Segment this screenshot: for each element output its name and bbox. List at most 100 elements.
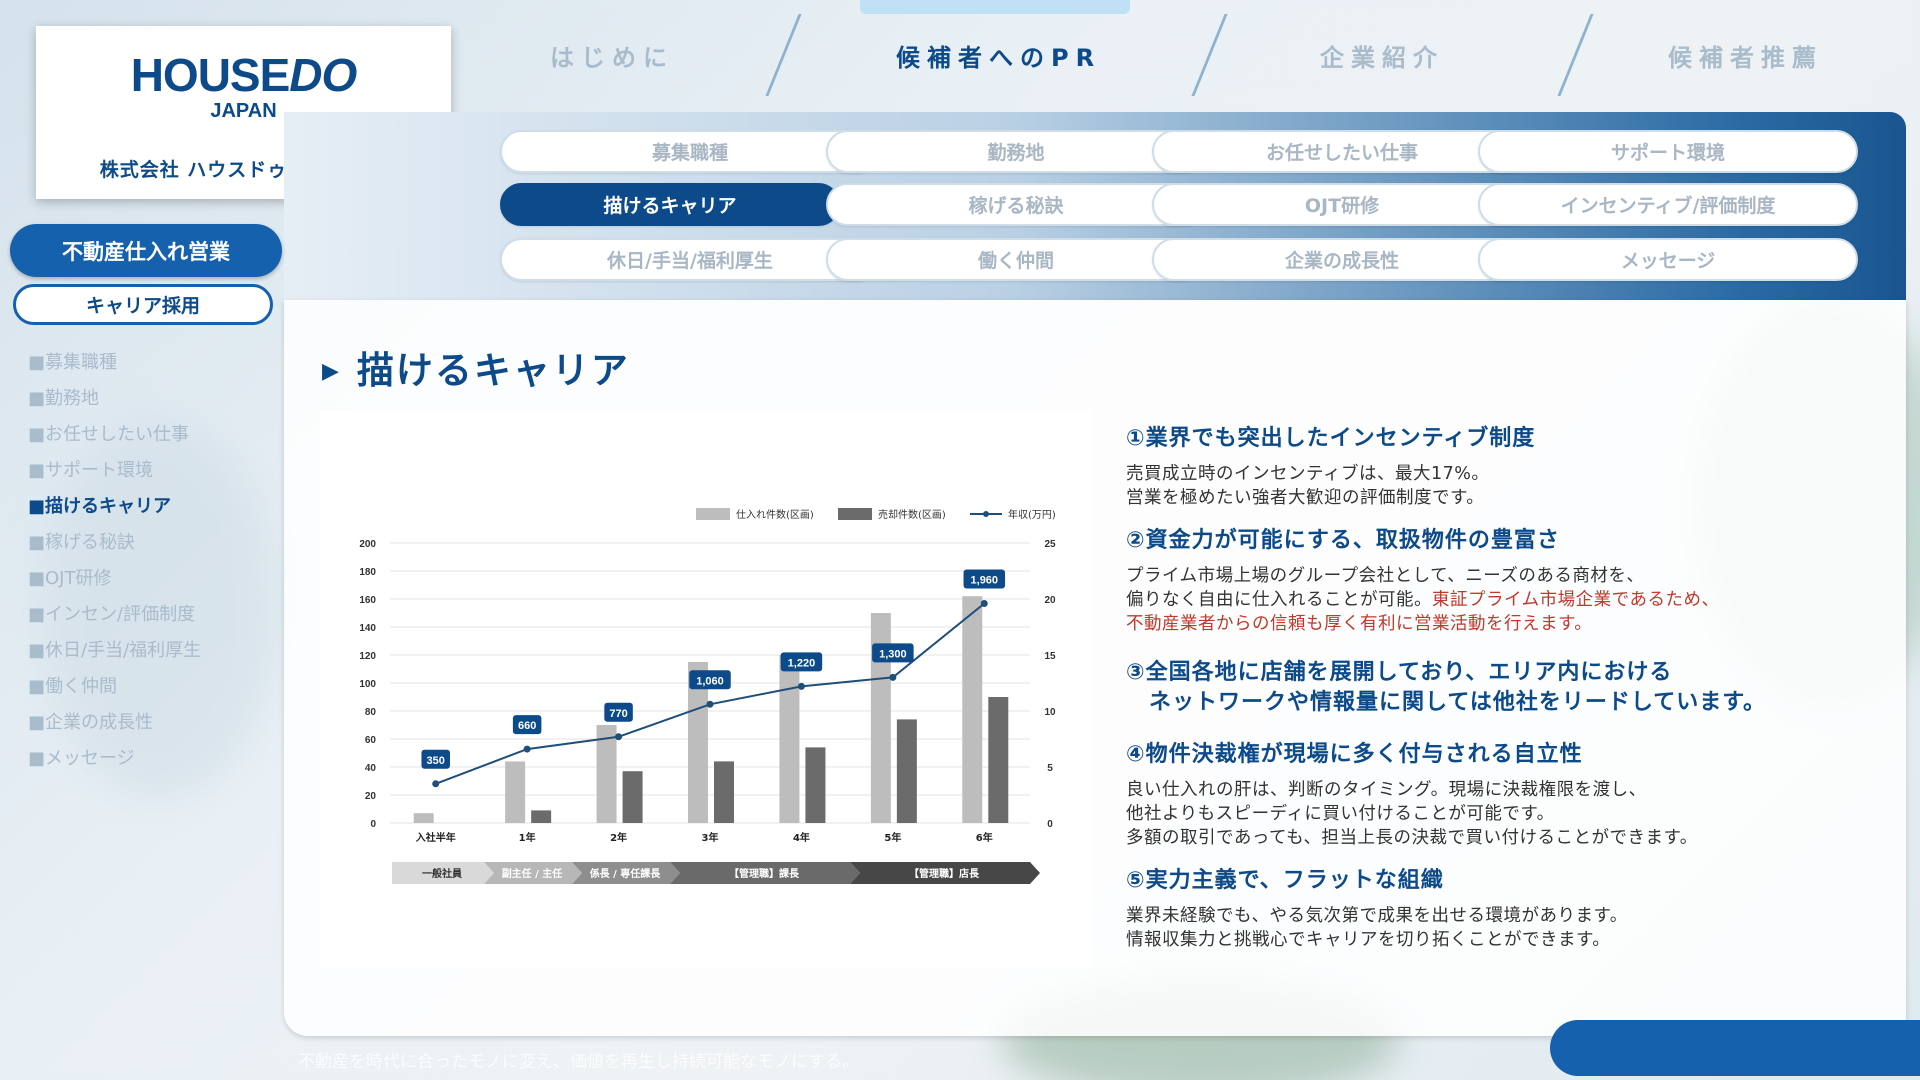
point-4: ④物件決裁権が現場に多く付与される自立性 良い仕入れの肝は、判断のタイミング。現… — [1126, 740, 1886, 850]
y-tick-label: 60 — [365, 735, 377, 746]
y2-tick-label: 5 — [1047, 763, 1053, 774]
y2-tick-label: 0 — [1047, 819, 1053, 830]
y-tick-label: 200 — [359, 539, 376, 550]
point-heading: ⑤実力主義で、フラットな組織 — [1126, 868, 1444, 893]
x-tick-label: 3年 — [702, 831, 719, 844]
career-stage-label: 【管理職】店長 — [909, 867, 980, 880]
salary-point — [980, 599, 988, 607]
subtab-incentive[interactable]: インセンティブ/評価制度 — [1478, 183, 1858, 226]
subtab-holidays-benefits[interactable]: 休日/手当/福利厚生 — [500, 238, 880, 281]
active-tab-indicator — [860, 0, 1130, 14]
tab-separator — [1191, 14, 1228, 96]
bar-sale — [714, 761, 734, 823]
point-line: 多額の取引であっても、担当上長の決裁で買い付けることができます。 — [1126, 828, 1698, 848]
x-tick-label: 6年 — [976, 831, 993, 844]
career-recruitment-button[interactable]: キャリア採用 — [13, 284, 273, 325]
salary-data-label: 1,960 — [971, 574, 999, 586]
salary-point — [432, 780, 440, 788]
y-tick-label: 140 — [359, 623, 376, 634]
y-tick-label: 100 — [359, 679, 376, 690]
bar-sale — [988, 697, 1009, 823]
logo-wordmark: HOUSEDO — [130, 49, 358, 101]
point-heading-cont: ネットワークや情報量に関しては他社をリードしています。 — [1126, 690, 1767, 715]
side-nav-item[interactable]: ■勤務地 — [28, 386, 201, 422]
x-tick-label: 1年 — [519, 831, 536, 844]
side-nav-item[interactable]: ■OJT研修 — [28, 566, 201, 602]
tab-separator — [765, 14, 802, 96]
career-chart: 0 20 40 60 80 100 120 140 160 180 200 0 5 10 15 20 25 仕入れ… — [320, 410, 1092, 967]
point-2: ②資金力が可能にする、取扱物件の豊富さ プライム市場上場のグループ会社として、ニ… — [1126, 526, 1886, 636]
legend-label: 売却件数(区画) — [878, 508, 946, 521]
bar-sale — [622, 771, 643, 823]
side-nav-item[interactable]: ■募集職種 — [28, 350, 201, 386]
salary-point — [706, 700, 714, 708]
y-tick-label: 40 — [365, 763, 377, 774]
point-heading: ②資金力が可能にする、取扱物件の豊富さ — [1126, 528, 1560, 553]
bar-purchase — [505, 761, 526, 823]
point-line: 情報収集力と挑戦心でキャリアを切り拓くことができます。 — [1126, 930, 1611, 950]
subtab-colleagues[interactable]: 働く仲間 — [826, 238, 1206, 281]
point-heading: ①業界でも突出したインセンティブ制度 — [1126, 426, 1536, 451]
bar-sale — [805, 747, 826, 823]
side-nav-item[interactable]: ■稼げる秘訣 — [28, 530, 201, 566]
point-text: プライム市場上場のグループ会社として、ニーズのある商材を、 偏りなく自由に仕入れ… — [1126, 564, 1886, 636]
tab-recommend-candidate[interactable]: 候補者推薦 — [1668, 38, 1823, 73]
career-chart-svg: 0 20 40 60 80 100 120 140 160 180 200 0 5 10 15 20 25 仕入れ… — [359, 508, 1056, 884]
legend-swatch — [696, 508, 730, 520]
career-points: ①業界でも突出したインセンティブ制度 売買成立時のインセンティブは、最大17%。… — [1126, 424, 1886, 968]
subtab-job-duties[interactable]: お任せしたい仕事 — [1152, 130, 1532, 173]
side-nav-item-active[interactable]: ■描けるキャリア — [28, 494, 201, 530]
subtab-support[interactable]: サポート環境 — [1478, 130, 1858, 173]
subtab-growth[interactable]: 企業の成長性 — [1152, 238, 1532, 281]
point-line: 良い仕入れの肝は、判断のタイミング。現場に決裁権限を渡し、 — [1126, 780, 1647, 800]
side-nav-item[interactable]: ■サポート環境 — [28, 458, 201, 494]
x-tick-label: 2年 — [610, 831, 627, 844]
side-nav-list: ■募集職種 ■勤務地 ■お任せしたい仕事 ■サポート環境 ■描けるキャリア ■稼… — [28, 350, 201, 782]
side-nav-item[interactable]: ■メッセージ — [28, 746, 201, 782]
salary-point — [615, 733, 623, 741]
subtab-career[interactable]: 描けるキャリア — [500, 183, 840, 226]
career-stage-label: 係長 / 専任課長 — [590, 867, 662, 880]
point-text: 業界未経験でも、やる気次第で成果を出せる環境があります。 情報収集力と挑戦心でキ… — [1126, 904, 1886, 952]
tab-introduction[interactable]: はじめに — [550, 38, 674, 73]
footer-action-button[interactable] — [1550, 1020, 1920, 1076]
subtab-job-types[interactable]: 募集職種 — [500, 130, 880, 173]
point-text: 良い仕入れの肝は、判断のタイミング。現場に決裁権限を渡し、 他社よりもスピーディ… — [1126, 778, 1886, 850]
salary-point — [797, 682, 805, 690]
legend-swatch — [838, 508, 872, 520]
salary-point — [889, 673, 897, 681]
job-category-button[interactable]: 不動産仕入れ営業 — [10, 224, 282, 277]
salary-data-label: 770 — [609, 708, 627, 720]
x-tick-label: 入社半年 — [416, 831, 456, 844]
side-nav-item[interactable]: ■休日/手当/福利厚生 — [28, 638, 201, 674]
salary-data-label: 1,300 — [879, 648, 907, 660]
x-tick-label: 4年 — [793, 831, 810, 844]
career-stage-label: 副主任 / 主任 — [502, 867, 563, 880]
salary-data-label: 660 — [518, 720, 536, 732]
point-3: ③全国各地に店舗を展開しており、エリア内における ネットワークや情報量に関しては… — [1126, 658, 1886, 718]
legend-marker — [983, 511, 989, 517]
y-tick-label: 20 — [365, 791, 377, 802]
career-stage-label: 一般社員 — [422, 867, 462, 880]
salary-point — [523, 745, 531, 753]
y2-tick-label: 25 — [1044, 539, 1056, 550]
side-nav-item[interactable]: ■インセン/評価制度 — [28, 602, 201, 638]
subtab-work-location[interactable]: 勤務地 — [826, 130, 1206, 173]
tab-company-intro[interactable]: 企業紹介 — [1320, 38, 1444, 73]
subtab-ojt[interactable]: OJT研修 — [1152, 183, 1532, 226]
tab-candidate-pr[interactable]: 候補者へのPR — [896, 38, 1101, 73]
footer-tagline: 不動産を時代に合ったモノに変え、価値を再生し持続可能なモノにする。 — [298, 1052, 860, 1072]
subtab-earning-secrets[interactable]: 稼げる秘訣 — [826, 183, 1206, 226]
side-nav-item[interactable]: ■働く仲間 — [28, 674, 201, 710]
tab-separator — [1557, 14, 1594, 96]
subtab-message[interactable]: メッセージ — [1478, 238, 1858, 281]
point-line: 営業を極めたい強者大歓迎の評価制度です。 — [1126, 488, 1485, 508]
side-nav-item[interactable]: ■企業の成長性 — [28, 710, 201, 746]
side-nav-item[interactable]: ■お任せしたい仕事 — [28, 422, 201, 458]
salary-data-label: 1,060 — [696, 675, 724, 687]
main-content-panel: ▶ 描けるキャリア 0 20 40 60 80 100 120 140 160 180 200 0 5 10… — [284, 300, 1906, 1036]
triangle-marker-icon: ▶ — [322, 359, 341, 384]
point-5: ⑤実力主義で、フラットな組織 業界未経験でも、やる気次第で成果を出せる環境があり… — [1126, 866, 1886, 952]
legend-label: 年収(万円) — [1008, 508, 1056, 521]
y-tick-label: 0 — [370, 819, 376, 830]
